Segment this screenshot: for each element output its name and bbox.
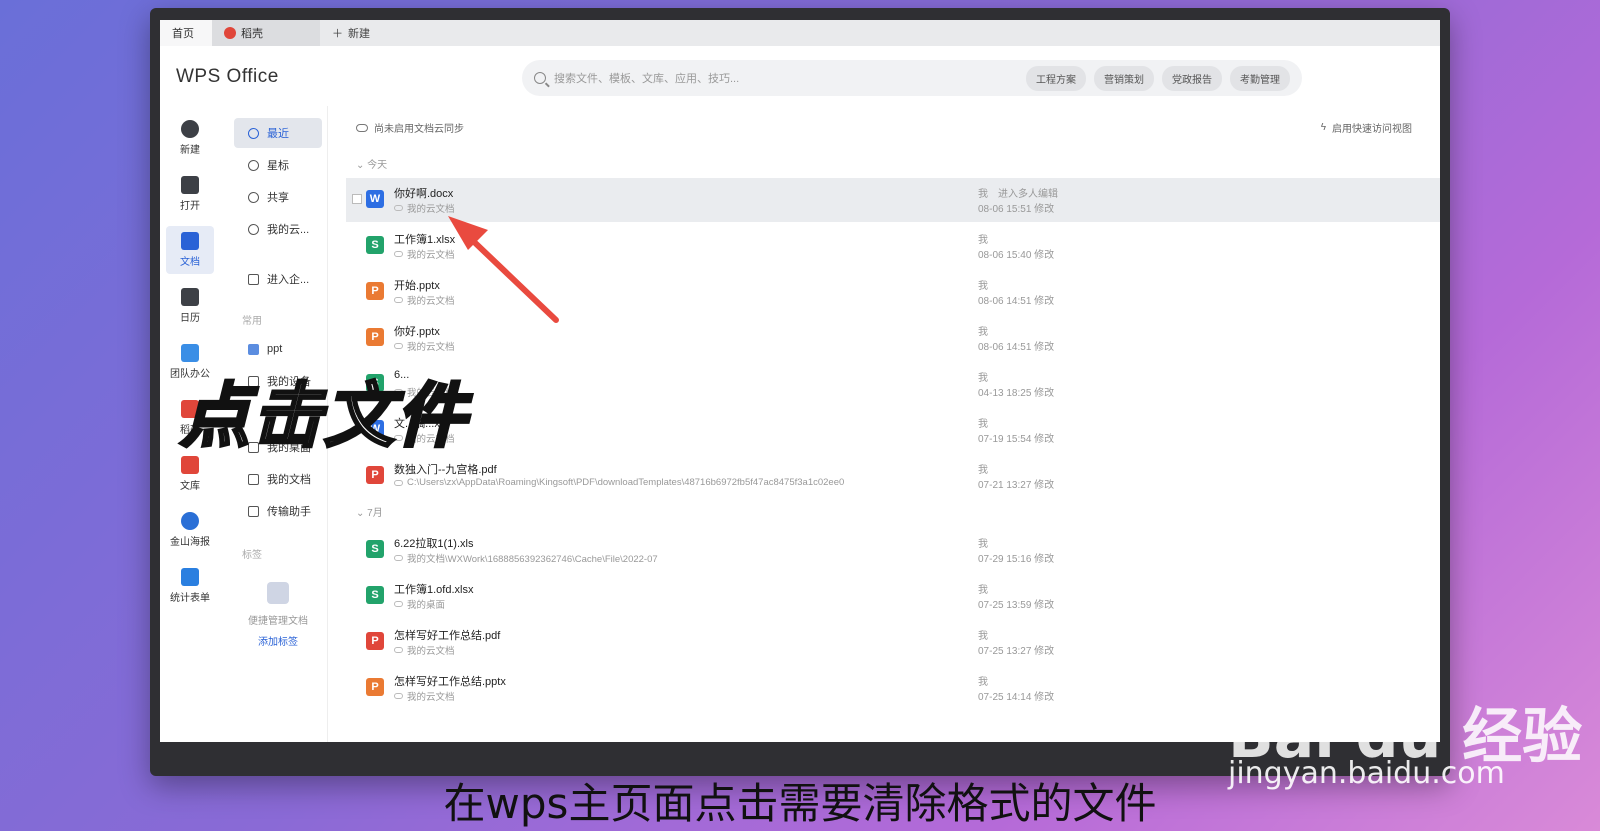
overlay-title: 点击文件	[179, 374, 468, 459]
baidu-watermark-url: jingyan.baidu.com	[1228, 756, 1505, 791]
